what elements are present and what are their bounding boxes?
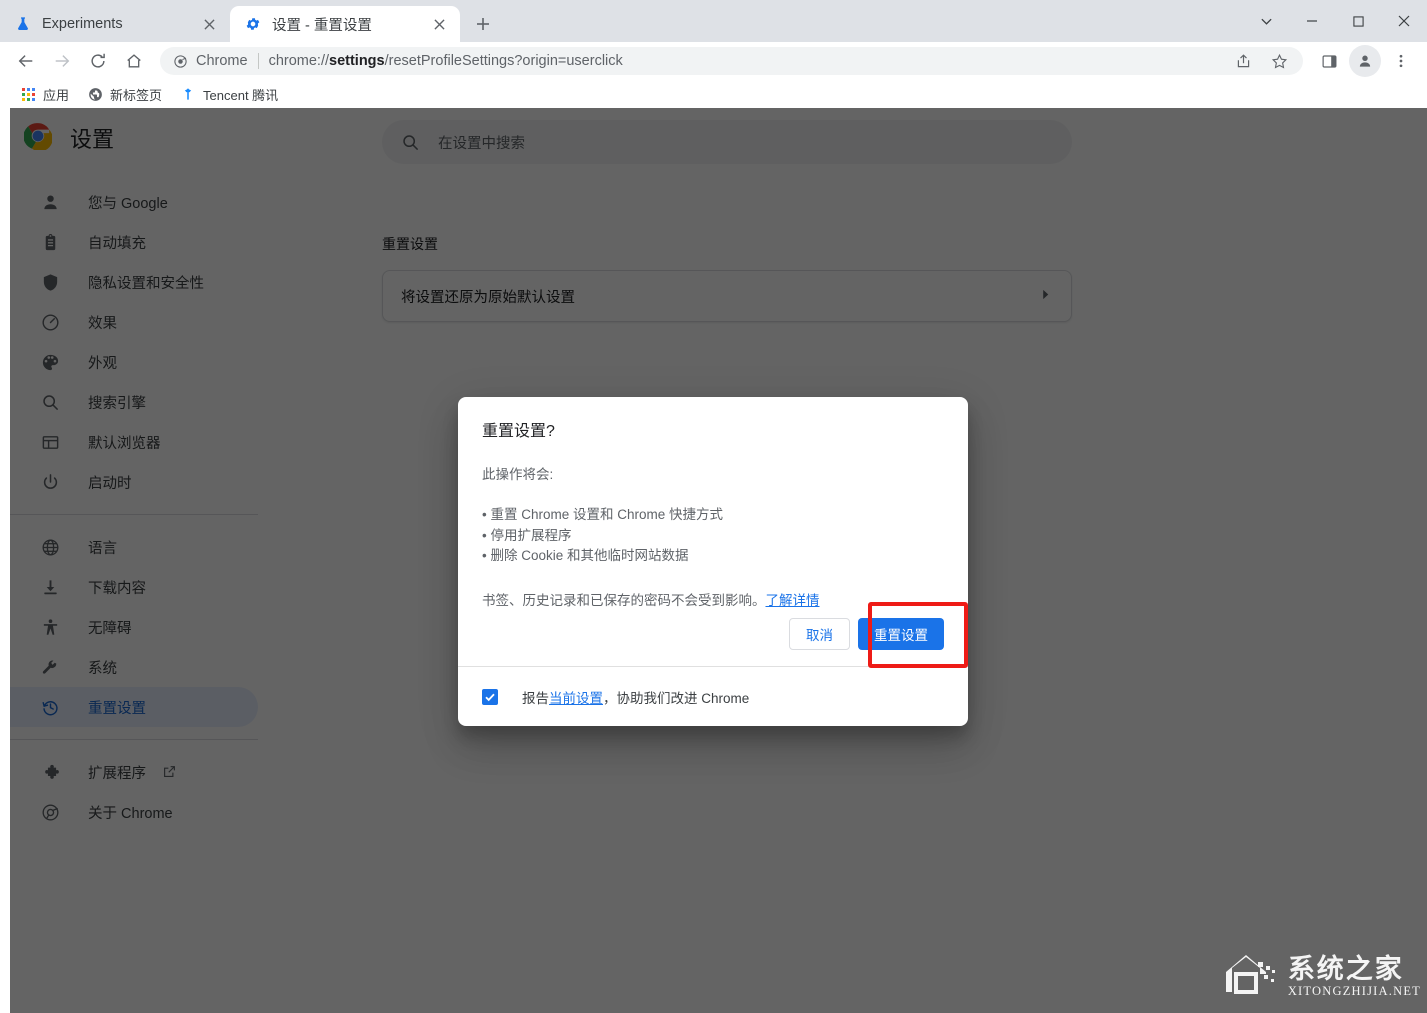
watermark-cn: 系统之家 xyxy=(1288,954,1404,984)
bookmark-tencent[interactable]: Tencent 腾讯 xyxy=(172,82,286,106)
url-text: chrome://settings/resetProfileSettings?o… xyxy=(269,53,1225,69)
bookmark-newtab[interactable]: 新标签页 xyxy=(79,82,170,106)
watermark-en: XITONGZHIJIA.NET xyxy=(1288,984,1421,998)
annotation-highlight-box xyxy=(868,602,968,668)
reload-icon[interactable] xyxy=(82,45,114,77)
address-bar[interactable]: Chrome chrome://settings/resetProfileSet… xyxy=(160,47,1303,75)
star-icon[interactable] xyxy=(1263,45,1295,77)
report-settings-checkbox[interactable] xyxy=(482,689,498,705)
bookmark-label: 应用 xyxy=(43,85,69,104)
list-item: • 删除 Cookie 和其他临时网站数据 xyxy=(482,546,944,567)
bookmark-label: Tencent 腾讯 xyxy=(203,85,278,104)
browser-toolbar: Chrome chrome://settings/resetProfileSet… xyxy=(0,42,1427,80)
dialog-lead-text: 此操作将会: xyxy=(482,463,944,483)
current-settings-link[interactable]: 当前设置 xyxy=(549,691,603,706)
minimize-button[interactable] xyxy=(1289,0,1335,42)
close-icon[interactable] xyxy=(428,13,450,35)
maximize-button[interactable] xyxy=(1335,0,1381,42)
cancel-button[interactable]: 取消 xyxy=(789,618,850,650)
chrome-page-icon xyxy=(172,53,188,69)
learn-more-link[interactable]: 了解详情 xyxy=(766,593,820,608)
side-panel-icon[interactable] xyxy=(1313,45,1345,77)
share-icon[interactable] xyxy=(1227,45,1259,77)
avatar-icon[interactable] xyxy=(1349,45,1381,77)
watermark: 系统之家 XITONGZHIJIA.NET xyxy=(1222,950,1421,1001)
gear-icon xyxy=(244,15,262,33)
security-chip-label: Chrome xyxy=(196,53,248,69)
browser-window: Experiments 设置 - 重置设置 xyxy=(0,0,1427,1013)
bookmark-label: 新标签页 xyxy=(110,85,162,104)
back-arrow-icon[interactable] xyxy=(10,45,42,77)
tab-strip: Experiments 设置 - 重置设置 xyxy=(0,0,1427,42)
tab-title: 设置 - 重置设置 xyxy=(272,14,428,35)
tencent-icon xyxy=(180,86,196,102)
dialog-bullet-list: • 重置 Chrome 设置和 Chrome 快捷方式 • 停用扩展程序 • 删… xyxy=(482,505,944,567)
new-tab-button[interactable] xyxy=(466,7,500,41)
forward-arrow-icon[interactable] xyxy=(46,45,78,77)
window-controls xyxy=(1243,0,1427,42)
watermark-text: 系统之家 XITONGZHIJIA.NET xyxy=(1288,954,1421,998)
omnibox-actions xyxy=(1225,45,1297,77)
flask-icon xyxy=(14,15,32,33)
dialog-note-text: 书签、历史记录和已保存的密码不会受到影响。 xyxy=(482,593,766,608)
dialog-body: 重置设置? 此操作将会: • 重置 Chrome 设置和 Chrome 快捷方式… xyxy=(458,397,968,618)
tab-experiments[interactable]: Experiments xyxy=(0,6,230,42)
apps-grid-icon xyxy=(20,86,36,102)
tab-title: Experiments xyxy=(42,16,198,32)
close-window-button[interactable] xyxy=(1381,0,1427,42)
more-vertical-icon[interactable] xyxy=(1385,45,1417,77)
home-icon[interactable] xyxy=(118,45,150,77)
bookmarks-bar: 应用 新标签页 Tencent 腾讯 xyxy=(0,80,1427,108)
dialog-footer: 报告当前设置，协助我们改进 Chrome xyxy=(458,666,968,726)
checkbox-label: 报告当前设置，协助我们改进 Chrome xyxy=(522,687,749,707)
house-logo-icon xyxy=(1222,950,1284,1001)
omnibox-divider xyxy=(258,53,259,69)
bookmark-apps[interactable]: 应用 xyxy=(12,82,77,106)
reset-settings-dialog: 重置设置? 此操作将会: • 重置 Chrome 设置和 Chrome 快捷方式… xyxy=(458,397,968,726)
list-item: • 停用扩展程序 xyxy=(482,526,944,547)
dialog-title: 重置设置? xyxy=(482,417,944,441)
close-icon[interactable] xyxy=(198,13,220,35)
globe-icon xyxy=(87,86,103,102)
tab-settings[interactable]: 设置 - 重置设置 xyxy=(230,6,460,42)
tab-search-icon[interactable] xyxy=(1243,0,1289,42)
list-item: • 重置 Chrome 设置和 Chrome 快捷方式 xyxy=(482,505,944,526)
